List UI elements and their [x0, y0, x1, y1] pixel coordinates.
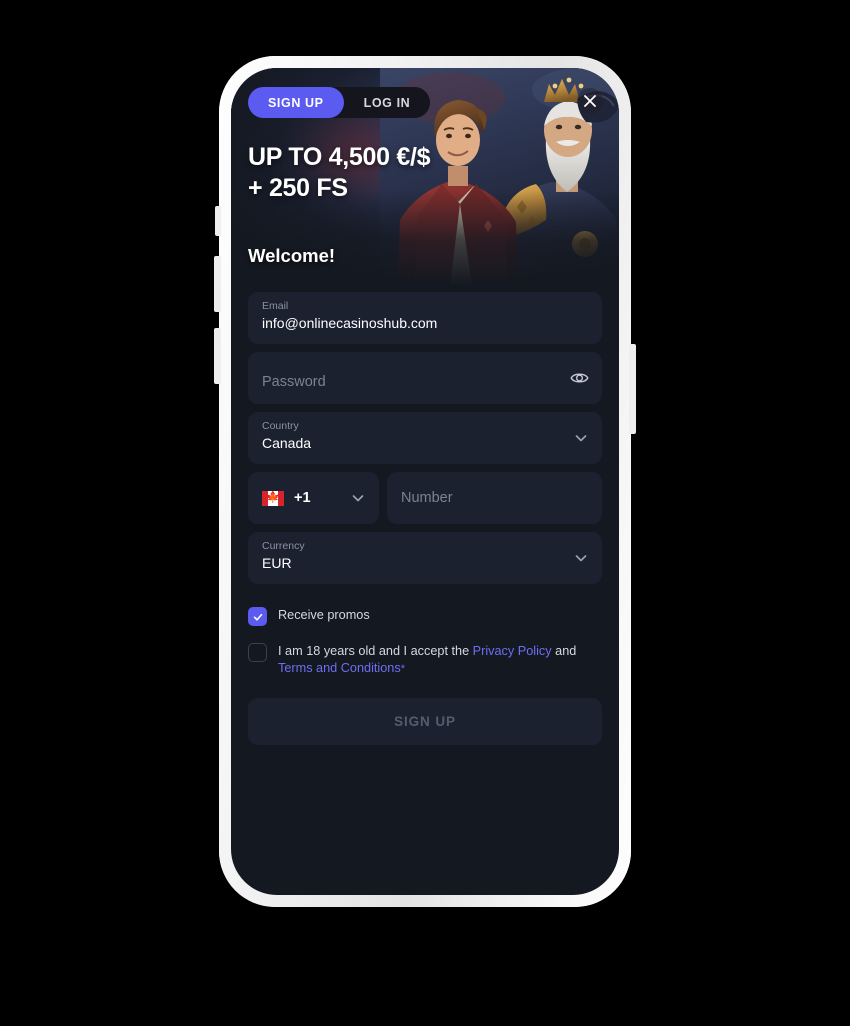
receive-promos-label: Receive promos	[278, 608, 370, 622]
country-label: Country	[262, 420, 299, 432]
country-select[interactable]: Country Canada	[248, 412, 602, 464]
screenshot-stage: SIGN UP LOG IN UP TO 4,500 €/$ + 250 FS …	[0, 0, 850, 1026]
promo-offer-line-1: UP TO 4,500 €/$	[248, 143, 431, 171]
email-field[interactable]: Email info@onlinecasinoshub.com	[248, 292, 602, 344]
promo-offer-title: UP TO 4,500 €/$ + 250 FS	[248, 142, 431, 203]
volume-down-button[interactable]	[214, 328, 221, 384]
password-placeholder: Password	[262, 373, 326, 390]
eye-icon[interactable]	[570, 369, 589, 388]
phone-number-placeholder: Number	[401, 490, 453, 506]
country-code-value: +1	[294, 490, 311, 506]
phone-row: 🍁 +1 Number	[248, 472, 602, 524]
currency-label: Currency	[262, 540, 305, 552]
close-icon[interactable]	[577, 88, 603, 114]
canada-flag-icon: 🍁	[262, 490, 284, 506]
country-code-select[interactable]: 🍁 +1	[248, 472, 379, 524]
tab-sign-up[interactable]: SIGN UP	[248, 87, 344, 118]
welcome-heading: Welcome!	[248, 245, 336, 266]
age-terms-row: I am 18 years old and I accept the Priva…	[248, 642, 602, 678]
age-terms-label: I am 18 years old and I accept the Priva…	[278, 642, 602, 678]
consent-section: Receive promos I am 18 years old and I a…	[231, 592, 619, 678]
age-terms-text-middle: and	[551, 644, 577, 658]
close-glyph	[584, 95, 596, 107]
email-value: info@onlinecasinoshub.com	[262, 315, 438, 331]
phone-screen: SIGN UP LOG IN UP TO 4,500 €/$ + 250 FS …	[231, 68, 619, 895]
terms-and-conditions-link[interactable]: Terms and Conditions	[278, 661, 401, 675]
checkmark-icon	[253, 613, 262, 621]
country-value: Canada	[262, 435, 312, 451]
auth-tabs: SIGN UP LOG IN	[248, 87, 431, 118]
sign-up-button[interactable]: SIGN UP	[248, 698, 602, 745]
receive-promos-row: Receive promos	[248, 606, 602, 626]
chevron-down-icon	[352, 495, 364, 502]
age-terms-text-before: I am 18 years old and I accept the	[278, 644, 473, 658]
age-terms-checkbox[interactable]	[248, 643, 267, 662]
receive-promos-checkbox[interactable]	[248, 607, 267, 626]
currency-value: EUR	[262, 555, 292, 571]
submit-section: SIGN UP	[231, 678, 619, 745]
signup-form: Email info@onlinecasinoshub.com Password…	[231, 286, 619, 584]
silence-switch[interactable]	[215, 206, 221, 236]
phone-number-input[interactable]: Number	[387, 472, 602, 524]
currency-select[interactable]: Currency EUR	[248, 532, 602, 584]
required-asterisk: *	[400, 663, 405, 675]
privacy-policy-link[interactable]: Privacy Policy	[473, 644, 552, 658]
power-button[interactable]	[629, 344, 636, 434]
volume-up-button[interactable]	[214, 256, 221, 312]
promo-banner: SIGN UP LOG IN UP TO 4,500 €/$ + 250 FS …	[231, 68, 619, 286]
tab-log-in[interactable]: LOG IN	[344, 87, 431, 118]
email-label: Email	[262, 300, 289, 312]
password-field[interactable]: Password	[248, 352, 602, 404]
promo-offer-line-2: + 250 FS	[248, 173, 348, 202]
maple-leaf-glyph: 🍁	[266, 491, 280, 504]
